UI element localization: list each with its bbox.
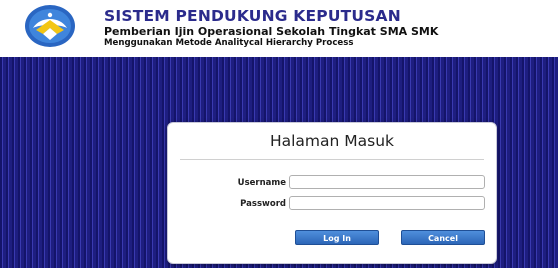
login-title: Halaman Masuk: [269, 132, 395, 150]
username-label: Username: [237, 178, 286, 188]
app-method-subtitle: Menggunakan Metode Analitycal Hierarchy …: [104, 38, 354, 48]
app-subtitle: Pemberian Ijin Operasional Sekolah Tingk…: [104, 25, 439, 38]
login-button[interactable]: Log In: [295, 230, 379, 245]
username-input[interactable]: [289, 175, 485, 189]
panel-divider: [180, 159, 484, 160]
app-title: SISTEM PENDUKUNG KEPUTUSAN: [104, 7, 401, 25]
password-input[interactable]: [289, 196, 485, 210]
header: SISTEM PENDUKUNG KEPUTUSAN Pemberian Iji…: [0, 0, 558, 57]
cancel-button[interactable]: Cancel: [401, 230, 485, 245]
login-panel: Halaman Masuk Username Password Log In C…: [167, 122, 497, 264]
password-label: Password: [240, 199, 286, 209]
education-emblem-icon: [25, 5, 75, 47]
